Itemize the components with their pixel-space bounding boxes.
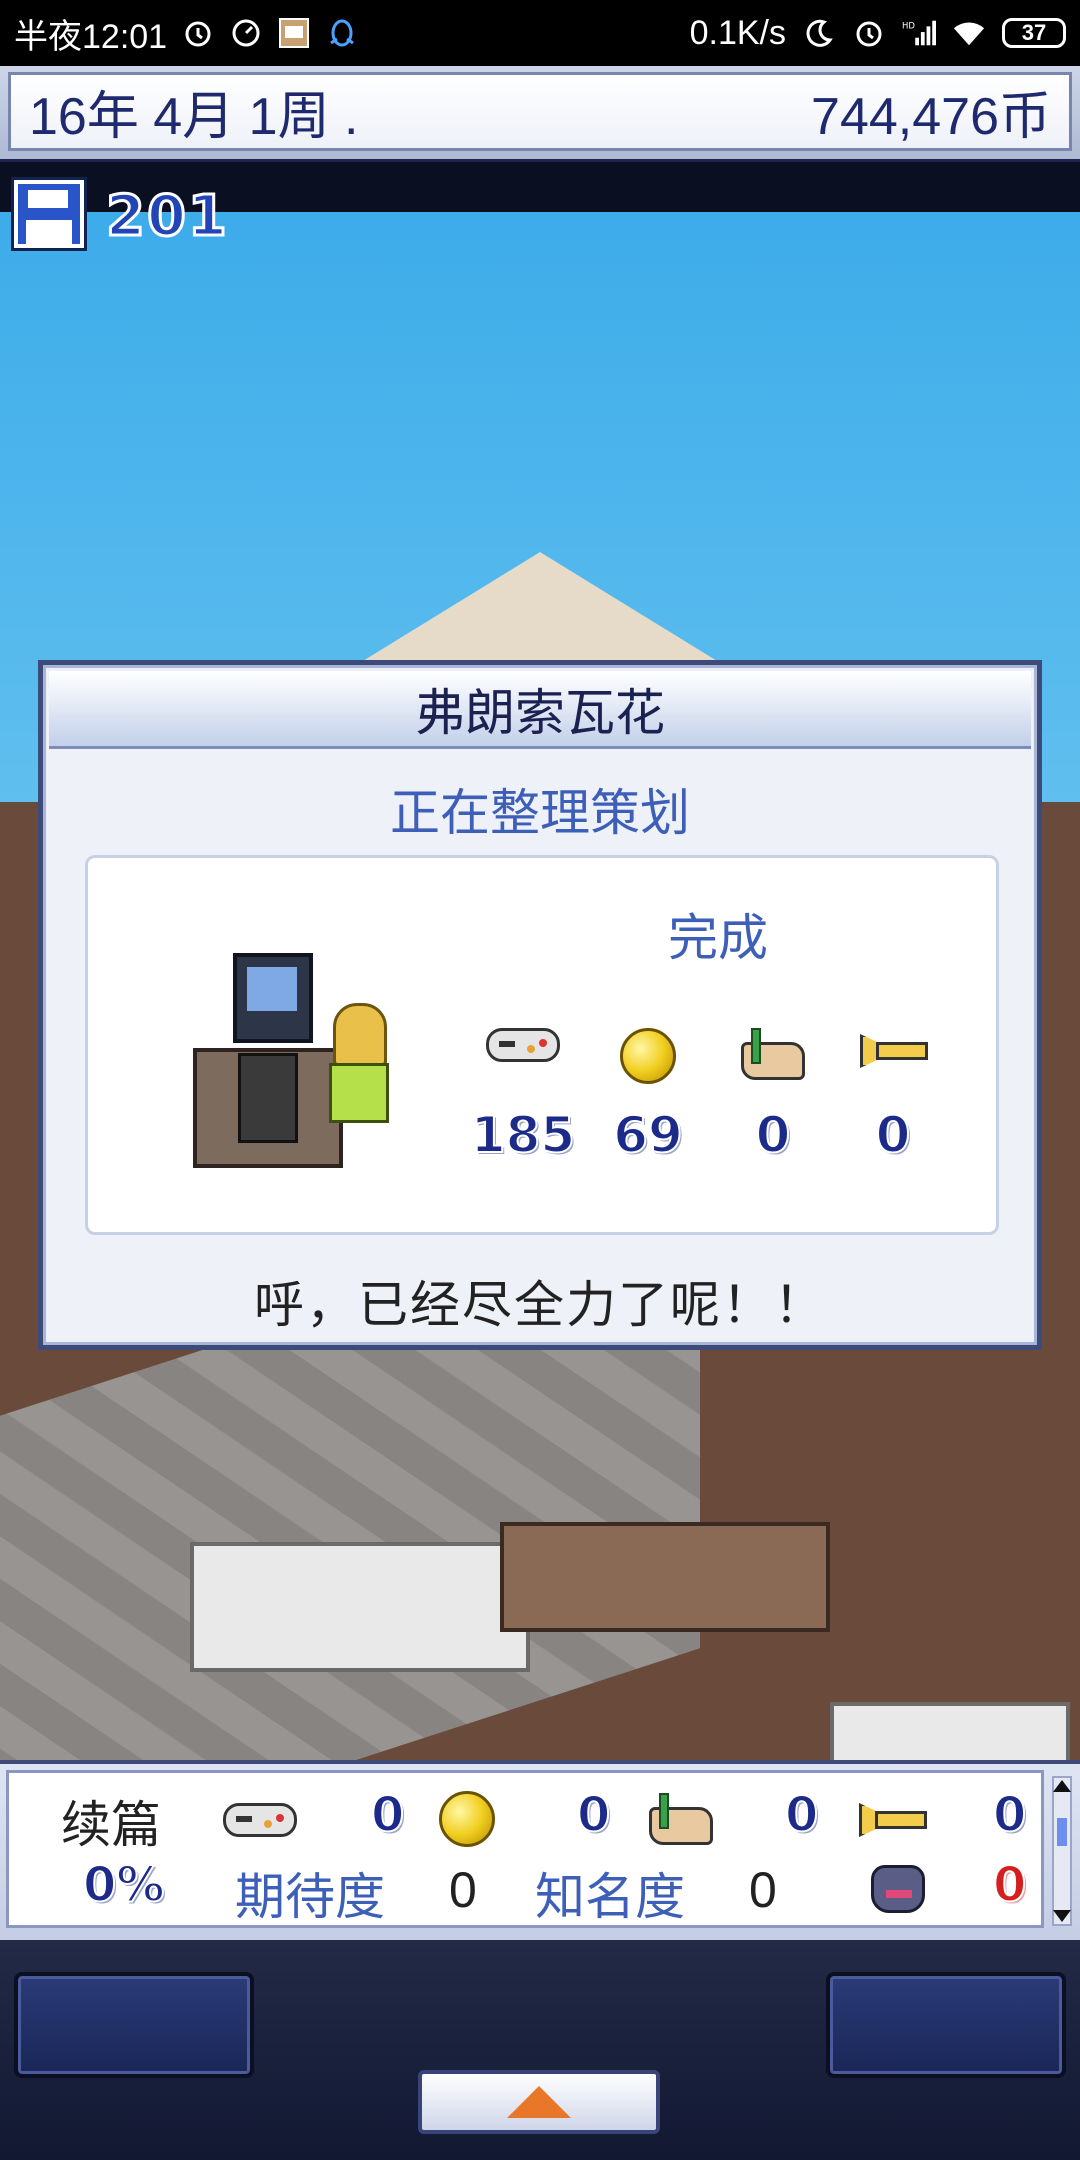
result-panel: 完成 185 69 0 0 (85, 855, 999, 1235)
creativity-value: 0 (576, 1786, 611, 1844)
work-desk[interactable] (500, 1522, 830, 1632)
monitor-graphic (233, 953, 313, 1043)
scroll-down-arrow-icon[interactable] (1053, 1910, 1071, 1922)
battery-level: 37 (1021, 20, 1047, 45)
project-type: 续篇 (61, 1796, 161, 1854)
app-thumbnail-icon (277, 16, 311, 50)
expectation-value: 0 (449, 1862, 477, 1918)
stat-graphics-value: 0 (755, 1105, 792, 1165)
floppy-disk-icon[interactable] (14, 180, 84, 248)
alarm-icon (852, 16, 886, 50)
stat-fun-value: 185 (470, 1105, 576, 1165)
up-arrow-icon (507, 2086, 571, 2118)
control-bar (0, 1940, 1080, 2160)
clock-text: 半夜12:01 (14, 17, 168, 56)
staff-work-dialog[interactable]: 弗朗索瓦花 正在整理策划 完成 185 69 0 0 呼，已经尽全力了呢！！ (38, 660, 1042, 1350)
game-info-bar: 16年 4月 1周 . 744,476币 (0, 66, 1080, 162)
stat-fun: 185 (458, 1028, 588, 1188)
palette-icon (741, 1028, 805, 1080)
left-menu-button[interactable] (14, 1972, 254, 2078)
battery-icon: 37 (1002, 18, 1066, 48)
project-info-panel: 续篇 0 0 0 0 0% 期待度 0 知名度 0 0 (0, 1760, 1080, 1940)
fame-label: 知名度 (535, 1868, 685, 1926)
right-menu-button[interactable] (826, 1972, 1066, 2078)
net-speed-text: 0.1K/s (689, 13, 786, 52)
expand-menu-button[interactable] (418, 2070, 660, 2134)
fun-value: 0 (370, 1786, 405, 1844)
status-bar: 半夜12:01 0.1K/s HD 37 (0, 0, 1080, 66)
workstation-illustration (193, 953, 433, 1183)
bug-value: 0 (992, 1856, 1027, 1914)
scroll-thumb[interactable] (1057, 1818, 1067, 1846)
stat-sound: 0 (828, 1028, 958, 1188)
moon-icon (802, 16, 836, 50)
stat-creativity-value: 69 (612, 1105, 684, 1165)
graphics-value: 0 (784, 1786, 819, 1844)
stat-creativity: 69 (583, 1028, 713, 1188)
trumpet-icon (860, 1028, 928, 1068)
game-date: 16年 4月 1周 . (29, 88, 359, 146)
gamepad-icon (223, 1803, 297, 1837)
stat-row: 185 69 0 0 (458, 1028, 978, 1188)
wifi-icon (952, 16, 986, 50)
coin-icon (439, 1791, 495, 1847)
bookshelf[interactable] (830, 1702, 1070, 1760)
monster-icon (871, 1865, 925, 1913)
palette-icon (649, 1793, 713, 1845)
save-count: 201 (105, 183, 229, 251)
reception-desk[interactable] (190, 1542, 530, 1672)
staff-avatar (323, 1003, 403, 1143)
coin-icon (620, 1028, 676, 1084)
done-label: 完成 (668, 909, 768, 967)
signal-icon: HD (902, 16, 936, 50)
speedometer-icon (229, 16, 263, 50)
dialog-message: 呼，已经尽全力了呢！！ (254, 1276, 826, 1334)
chair-graphic (238, 1053, 298, 1143)
stat-sound-value: 0 (875, 1105, 912, 1165)
network-badge: HD (902, 21, 915, 31)
panel-scrollbar[interactable] (1052, 1776, 1072, 1926)
qq-penguin-icon (325, 16, 359, 50)
progress-percent: 0% (82, 1856, 165, 1914)
sound-value: 0 (992, 1786, 1027, 1844)
gamepad-icon (486, 1028, 560, 1062)
dialog-title: 弗朗索瓦花 (49, 671, 1031, 749)
alarm-icon (181, 16, 215, 50)
stat-graphics: 0 (708, 1028, 838, 1188)
money-balance: 744,476币 (811, 88, 1051, 146)
expectation-label: 期待度 (235, 1868, 385, 1926)
fame-value: 0 (749, 1862, 777, 1918)
trumpet-icon (859, 1797, 927, 1837)
dialog-status: 正在整理策划 (390, 784, 690, 842)
scroll-up-arrow-icon[interactable] (1053, 1780, 1071, 1792)
